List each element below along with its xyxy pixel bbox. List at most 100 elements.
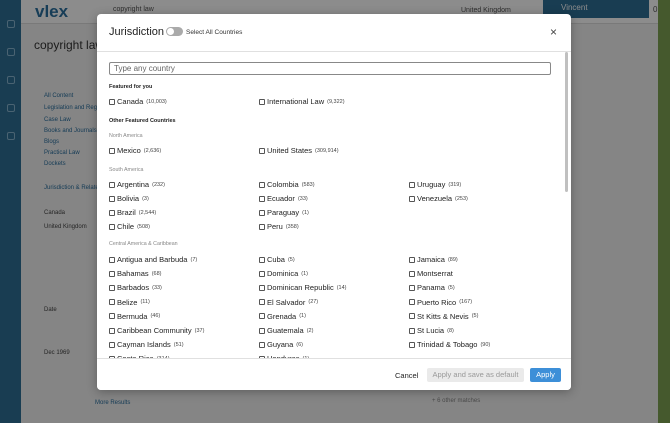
modal-title: Jurisdiction bbox=[109, 26, 165, 38]
checkbox[interactable] bbox=[409, 327, 415, 334]
country-name: Bermuda bbox=[117, 311, 148, 321]
country-checkbox-item[interactable]: St Lucia (8) bbox=[409, 326, 454, 335]
cancel-button[interactable]: Cancel bbox=[395, 371, 418, 380]
checkbox[interactable] bbox=[259, 223, 265, 230]
country-list[interactable]: Featured for you Other Featured Countrie… bbox=[109, 78, 559, 358]
checkbox[interactable] bbox=[109, 299, 115, 306]
scrollbar-thumb[interactable] bbox=[565, 52, 568, 192]
checkbox[interactable] bbox=[259, 270, 265, 277]
country-name: Puerto Rico bbox=[417, 297, 457, 307]
country-checkbox-item[interactable]: Panama (5) bbox=[409, 283, 455, 292]
checkbox[interactable] bbox=[109, 341, 115, 348]
country-checkbox-item[interactable]: International Law (9,322) bbox=[259, 97, 345, 106]
country-checkbox-item[interactable]: Dominica (1) bbox=[259, 269, 308, 278]
country-checkbox-item[interactable]: St Kitts & Nevis (5) bbox=[409, 312, 478, 321]
country-checkbox-item[interactable]: Cayman Islands (51) bbox=[109, 340, 184, 349]
checkbox[interactable] bbox=[259, 98, 265, 105]
checkbox[interactable] bbox=[109, 209, 115, 216]
apply-save-default-button[interactable]: Apply and save as default bbox=[427, 368, 524, 382]
country-checkbox-item[interactable]: Barbados (33) bbox=[109, 283, 162, 292]
country-checkbox-item[interactable]: Grenada (1) bbox=[259, 312, 306, 321]
checkbox[interactable] bbox=[109, 327, 115, 334]
country-name: Barbados bbox=[117, 283, 150, 293]
country-checkbox-item[interactable]: Colombia (583) bbox=[259, 180, 315, 189]
jurisdiction-modal: Jurisdiction Select All Countries × Feat… bbox=[97, 14, 571, 390]
checkbox[interactable] bbox=[409, 313, 415, 320]
country-name: Cuba bbox=[267, 255, 285, 264]
country-checkbox-item[interactable]: Guyana (6) bbox=[259, 340, 303, 349]
checkbox[interactable] bbox=[109, 270, 115, 277]
country-checkbox-item[interactable]: Ecuador (33) bbox=[259, 194, 308, 203]
country-checkbox-item[interactable]: Bahamas (68) bbox=[109, 269, 161, 278]
checkbox[interactable] bbox=[259, 181, 265, 188]
country-name: Jamaica bbox=[417, 255, 445, 264]
country-checkbox-item[interactable]: Argentina (232) bbox=[109, 180, 165, 189]
checkbox[interactable] bbox=[109, 223, 115, 230]
country-count: (90) bbox=[480, 341, 491, 348]
country-checkbox-item[interactable]: Bermuda (46) bbox=[109, 312, 160, 321]
country-count: (68) bbox=[151, 270, 162, 277]
checkbox[interactable] bbox=[259, 327, 265, 334]
country-name: Paraguay bbox=[267, 208, 300, 217]
country-checkbox-item[interactable]: Caribbean Community (37) bbox=[109, 326, 204, 335]
country-name: Chile bbox=[117, 222, 135, 231]
country-name: Bolivia bbox=[117, 194, 140, 203]
checkbox[interactable] bbox=[409, 195, 415, 202]
country-checkbox-item[interactable]: Jamaica (89) bbox=[409, 255, 458, 264]
country-name: Canada bbox=[117, 97, 144, 106]
country-checkbox-item[interactable]: Bolivia (3) bbox=[109, 194, 149, 203]
country-checkbox-item[interactable]: Uruguay (319) bbox=[409, 180, 461, 189]
checkbox[interactable] bbox=[409, 299, 415, 306]
checkbox[interactable] bbox=[259, 299, 265, 306]
checkbox[interactable] bbox=[409, 284, 415, 291]
country-checkbox-item[interactable]: Guatemala (2) bbox=[259, 326, 313, 335]
country-checkbox-item[interactable]: Venezuela (253) bbox=[409, 194, 468, 203]
checkbox[interactable] bbox=[259, 209, 265, 216]
country-checkbox-item[interactable]: El Salvador (27) bbox=[259, 298, 318, 307]
checkbox[interactable] bbox=[409, 341, 415, 348]
country-checkbox-item[interactable]: Chile (508) bbox=[109, 222, 150, 231]
apply-button[interactable]: Apply bbox=[530, 368, 561, 382]
country-checkbox-item[interactable]: Trinidad & Tobago (90) bbox=[409, 340, 490, 349]
checkbox[interactable] bbox=[259, 256, 265, 263]
country-checkbox-item[interactable]: Brazil (2,544) bbox=[109, 208, 156, 217]
checkbox[interactable] bbox=[259, 341, 265, 348]
checkbox[interactable] bbox=[109, 195, 115, 202]
checkbox[interactable] bbox=[409, 270, 415, 277]
checkbox[interactable] bbox=[109, 256, 115, 263]
country-count: (508) bbox=[137, 223, 150, 230]
country-checkbox-item[interactable]: Cuba (5) bbox=[259, 255, 295, 264]
checkbox[interactable] bbox=[259, 313, 265, 320]
select-all-toggle[interactable] bbox=[166, 27, 183, 36]
country-checkbox-item[interactable]: Canada (10,003) bbox=[109, 97, 167, 106]
country-checkbox-item[interactable]: Puerto Rico (167) bbox=[409, 298, 472, 307]
country-name: Dominica bbox=[267, 269, 299, 279]
country-checkbox-item[interactable]: Belize (11) bbox=[109, 298, 150, 307]
checkbox[interactable] bbox=[109, 181, 115, 188]
country-count: (14) bbox=[336, 284, 347, 291]
checkbox[interactable] bbox=[109, 313, 115, 320]
checkbox[interactable] bbox=[259, 147, 265, 154]
country-checkbox-item[interactable]: Peru (358) bbox=[259, 222, 299, 231]
country-checkbox-item[interactable]: Dominican Republic (14) bbox=[259, 283, 346, 292]
checkbox[interactable] bbox=[409, 256, 415, 263]
country-checkbox-item[interactable]: Antigua and Barbuda (7) bbox=[109, 255, 197, 264]
checkbox[interactable] bbox=[109, 147, 115, 154]
checkbox[interactable] bbox=[409, 181, 415, 188]
country-name: International Law bbox=[267, 97, 325, 106]
country-count: (2,636) bbox=[143, 147, 162, 154]
checkbox[interactable] bbox=[259, 284, 265, 291]
country-checkbox-item[interactable]: Mexico (2,636) bbox=[109, 146, 161, 155]
central-america-heading: Central America & Caribbean bbox=[109, 241, 178, 247]
checkbox[interactable] bbox=[109, 98, 115, 105]
country-name: El Salvador bbox=[267, 297, 306, 307]
checkbox[interactable] bbox=[259, 195, 265, 202]
country-search-input[interactable] bbox=[109, 62, 551, 75]
close-icon[interactable]: × bbox=[550, 25, 557, 39]
country-checkbox-item[interactable]: Montserrat bbox=[409, 269, 453, 278]
country-checkbox-item[interactable]: Paraguay (1) bbox=[259, 208, 309, 217]
country-name: Antigua and Barbuda bbox=[117, 255, 188, 264]
country-checkbox-item[interactable]: United States (309,914) bbox=[259, 146, 339, 155]
checkbox[interactable] bbox=[109, 284, 115, 291]
select-all-label[interactable]: Select All Countries bbox=[186, 29, 242, 36]
